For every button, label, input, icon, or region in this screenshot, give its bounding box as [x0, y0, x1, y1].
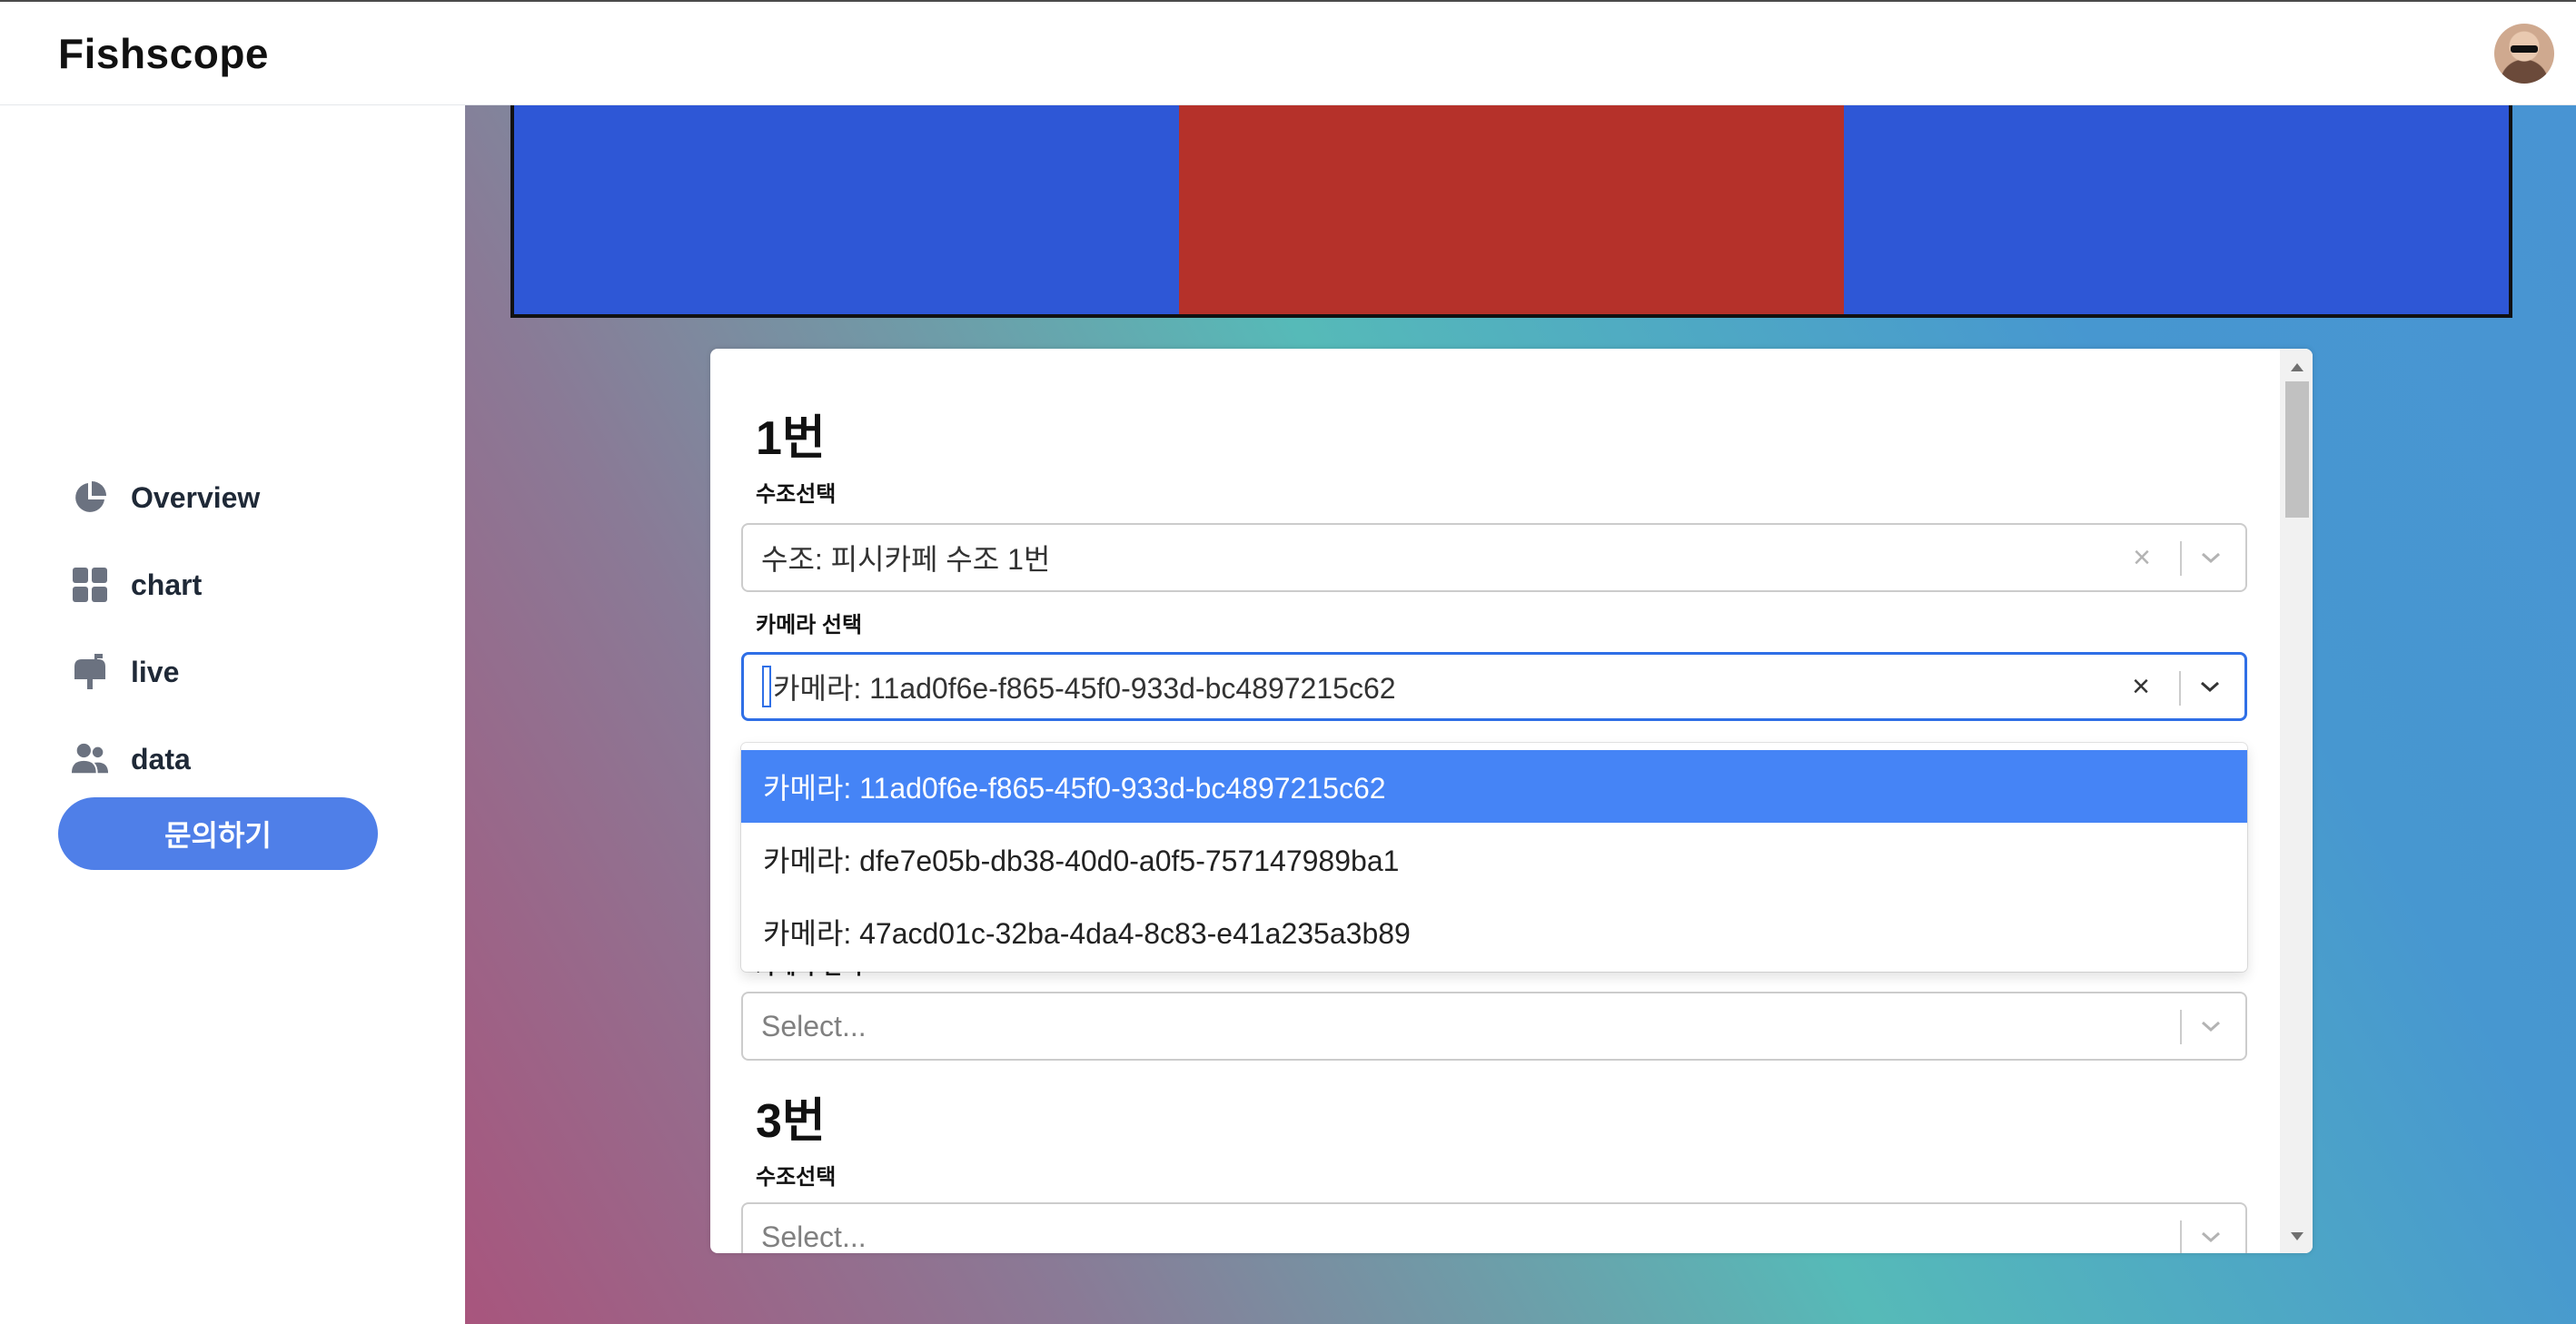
mailbox-icon	[71, 653, 109, 691]
camera-select-text: 카메라: 11ad0f6e-f865-45f0-933d-bc4897215c6…	[773, 672, 1396, 705]
camera-select[interactable]: 카메라: 11ad0f6e-f865-45f0-933d-bc4897215c6…	[741, 652, 2247, 721]
chevron-down-icon[interactable]	[2195, 525, 2227, 590]
sidebar-item-chart[interactable]: chart	[71, 558, 398, 612]
tank-select-label: 수조선택	[756, 482, 837, 507]
banner-stripe-right	[1844, 105, 2509, 314]
sidebar: Overview chart live data 문의하기	[0, 105, 465, 1324]
avatar-sunglasses	[2511, 45, 2538, 53]
dropdown-option[interactable]: 카메라: 47acd01c-32ba-4da4-8c83-e41a235a3b8…	[741, 895, 2247, 968]
clear-icon[interactable]: ×	[2133, 525, 2151, 590]
scroll-up-arrow-icon[interactable]	[2291, 363, 2304, 371]
sidebar-item-label: chart	[131, 568, 203, 601]
clear-icon[interactable]: ×	[2132, 655, 2150, 718]
tank-select-label-3: 수조선택	[756, 1165, 837, 1190]
main-content: 1번 수조선택 수조: 피시카페 수조 1번 × 카메라 선택 카메라: 11a…	[465, 105, 2576, 1324]
banner-stripe-center	[1179, 105, 1844, 314]
tank-select-3-placeholder: Select...	[761, 1220, 867, 1253]
select-separator	[2180, 1010, 2182, 1044]
sidebar-item-live[interactable]: live	[71, 645, 398, 699]
users-icon	[71, 740, 109, 778]
camera-dropdown-menu: 카메라: 11ad0f6e-f865-45f0-933d-bc4897215c6…	[741, 743, 2247, 972]
panel-content: 1번 수조선택 수조: 피시카페 수조 1번 × 카메라 선택 카메라: 11a…	[710, 349, 2273, 1253]
dropdown-option[interactable]: 카메라: 11ad0f6e-f865-45f0-933d-bc4897215c6…	[741, 750, 2247, 823]
app-title[interactable]: Fishscope	[58, 29, 269, 78]
chevron-down-icon[interactable]	[2195, 1204, 2227, 1253]
tank-select[interactable]: 수조: 피시카페 수조 1번 ×	[741, 523, 2247, 592]
contact-button[interactable]: 문의하기	[58, 797, 378, 870]
tank-select-value: 수조: 피시카페 수조 1번	[761, 543, 1051, 576]
tank-select-3[interactable]: Select...	[741, 1202, 2247, 1253]
chevron-down-icon[interactable]	[2194, 655, 2226, 718]
select-separator	[2180, 1220, 2182, 1253]
scroll-down-arrow-icon[interactable]	[2291, 1232, 2304, 1240]
select-separator	[2180, 541, 2182, 576]
camera-select-value: 카메라: 11ad0f6e-f865-45f0-933d-bc4897215c6…	[762, 655, 1396, 718]
banner-stripe-left	[514, 105, 1179, 314]
camera-select-label: 카메라 선택	[756, 613, 863, 637]
text-cursor	[762, 666, 771, 707]
section-heading-1: 1번	[756, 412, 826, 465]
camera-select-2[interactable]: Select...	[741, 992, 2247, 1061]
grid-icon	[71, 566, 109, 604]
pie-chart-icon	[71, 479, 109, 517]
sidebar-item-label: data	[131, 742, 191, 776]
sidebar-item-overview[interactable]: Overview	[71, 470, 398, 525]
sidebar-item-data[interactable]: data	[71, 732, 398, 786]
top-bar: Fishscope	[0, 0, 2576, 105]
panel-scrollbar[interactable]	[2280, 349, 2313, 1253]
section-heading-3: 3번	[756, 1095, 826, 1148]
settings-panel: 1번 수조선택 수조: 피시카페 수조 1번 × 카메라 선택 카메라: 11a…	[710, 349, 2313, 1253]
dropdown-option[interactable]: 카메라: dfe7e05b-db38-40d0-a0f5-757147989ba…	[741, 823, 2247, 895]
scroll-thumb[interactable]	[2285, 381, 2309, 518]
chevron-down-icon[interactable]	[2195, 993, 2227, 1059]
select-separator	[2179, 671, 2181, 706]
sidebar-item-label: Overview	[131, 480, 261, 514]
sidebar-item-label: live	[131, 655, 180, 688]
user-avatar[interactable]	[2494, 24, 2554, 84]
camera-select-2-placeholder: Select...	[761, 1009, 867, 1042]
banner-image	[510, 105, 2512, 318]
